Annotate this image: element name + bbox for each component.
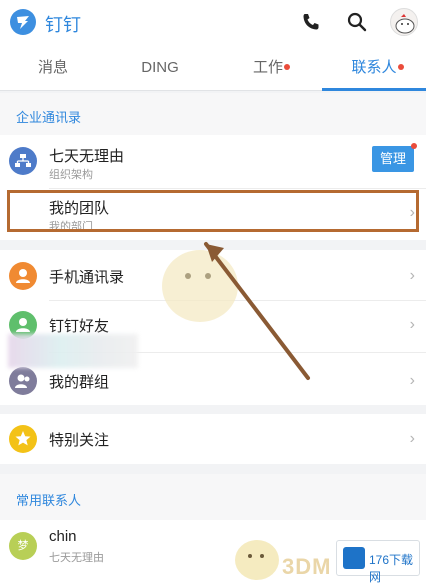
manage-button[interactable]: 管理: [372, 146, 414, 172]
org-structure-icon: [9, 147, 37, 175]
phone-icon[interactable]: [300, 11, 322, 33]
contact-avatar: 梦: [9, 532, 37, 560]
tab-work[interactable]: 工作: [214, 44, 322, 91]
site-watermark-text: 176下载网: [369, 553, 414, 584]
org-sub: 组织架构: [49, 169, 93, 181]
special-follow-label: 特别关注: [49, 432, 110, 449]
highlight-box: [7, 190, 419, 232]
enterprise-section-title: 企业通讯录: [0, 93, 426, 135]
phone-contacts-label: 手机通讯录: [49, 269, 125, 286]
chevron-right-icon: ›: [409, 372, 415, 389]
my-groups-label: 我的群组: [49, 374, 110, 391]
org-row[interactable]: 七天无理由 组织架构: [0, 135, 426, 185]
tab-messages[interactable]: 消息: [0, 44, 106, 91]
chevron-right-icon: ›: [409, 267, 415, 284]
chevron-right-icon: ›: [409, 316, 415, 333]
top-bar: 钉钉: [0, 0, 426, 44]
site-logo-icon: [343, 547, 365, 569]
frequent-section-title: 常用联系人: [0, 474, 426, 520]
profile-avatar[interactable]: [390, 8, 418, 36]
phone-contacts-icon: [9, 262, 37, 290]
brand-watermark: 3DM: [282, 554, 332, 579]
main-tabs: 消息 DING 工作 联系人: [0, 44, 426, 91]
contact-name: chin: [49, 528, 77, 545]
star-icon: [9, 425, 37, 453]
mascot-watermark: [235, 540, 279, 580]
tab-ding[interactable]: DING: [106, 44, 214, 91]
chevron-right-icon: ›: [409, 430, 415, 447]
active-tab-indicator: [322, 88, 426, 91]
tab-work-badge: [284, 64, 290, 70]
mascot-watermark: [162, 242, 310, 380]
manage-badge: [411, 143, 417, 149]
special-follow-row[interactable]: 特别关注 ›: [0, 414, 426, 464]
search-icon[interactable]: [346, 11, 368, 33]
tab-contacts-badge: [398, 64, 404, 70]
contact-sub: 七天无理由: [49, 552, 104, 564]
tab-contacts[interactable]: 联系人: [322, 44, 426, 91]
site-watermark: 176下载网: [336, 540, 420, 584]
app-title: 钉钉: [45, 15, 81, 35]
dingtalk-friends-label: 钉钉好友: [49, 318, 110, 335]
my-groups-icon: [9, 367, 37, 395]
dingtalk-logo-icon: [10, 9, 36, 35]
blurred-region: [8, 334, 138, 368]
org-name: 七天无理由: [49, 148, 125, 165]
